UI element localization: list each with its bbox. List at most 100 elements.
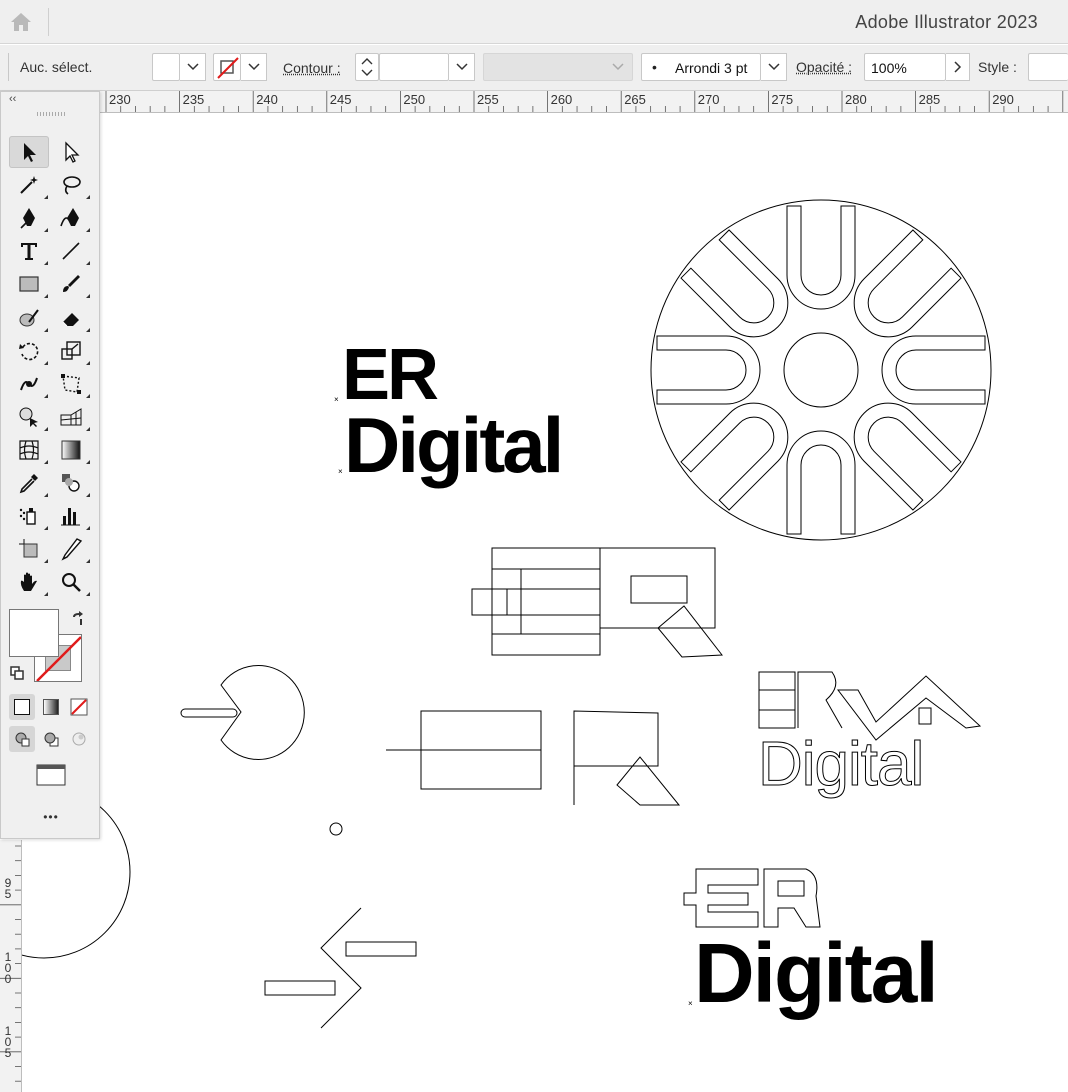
- stroke-swatch[interactable]: [213, 53, 241, 81]
- chevron-down-icon: [767, 63, 780, 71]
- none-icon: [70, 698, 88, 716]
- opacity-label[interactable]: Opacité :: [796, 59, 852, 75]
- selection-tool[interactable]: [9, 136, 49, 168]
- draw-normal-button[interactable]: [9, 726, 35, 752]
- style-swatch[interactable]: [1028, 53, 1068, 81]
- tool-group-indicator: [44, 228, 48, 233]
- shape-builder-tool[interactable]: [9, 401, 49, 433]
- ruler-top[interactable]: 230 235 240 245 250 255 260 265 270 275 280 285 290: [100, 91, 1068, 113]
- bolt-shape[interactable]: [264, 907, 417, 1029]
- lasso-icon: [63, 176, 81, 195]
- hand-tool[interactable]: [9, 566, 49, 598]
- color-mode-button[interactable]: [9, 694, 35, 720]
- fill-dropdown[interactable]: [180, 53, 206, 81]
- tool-group-indicator: [44, 426, 48, 431]
- artwork-layer: ER Digital Digital Digital × × ×: [22, 199, 992, 1029]
- symbol-sprayer-tool[interactable]: [9, 500, 49, 532]
- blend-tool[interactable]: [51, 467, 91, 499]
- mesh-icon: [19, 440, 39, 460]
- fill-swatch-large[interactable]: [9, 609, 59, 657]
- radial-ornament[interactable]: [650, 199, 992, 541]
- title-bar: Adobe Illustrator 2023: [0, 0, 1068, 44]
- magic-wand-icon: [20, 176, 38, 194]
- warp-tool[interactable]: [9, 368, 49, 400]
- mesh-tool[interactable]: [9, 434, 49, 466]
- stroke-weight-dropdown[interactable]: [449, 53, 475, 81]
- default-colors-icon[interactable]: [10, 666, 24, 680]
- swap-fill-stroke-icon[interactable]: [70, 611, 86, 627]
- stroke-dropdown[interactable]: [241, 53, 267, 81]
- eraser-tool[interactable]: [51, 302, 91, 334]
- paintbrush-tool[interactable]: [51, 268, 91, 300]
- draw-behind-button[interactable]: [38, 726, 64, 752]
- lasso-tool[interactable]: [51, 169, 91, 201]
- slice-tool[interactable]: [51, 533, 91, 565]
- artboard-tool[interactable]: [9, 533, 49, 565]
- er-digital-logo-1[interactable]: ER Digital: [342, 335, 564, 489]
- small-circle[interactable]: [329, 822, 343, 836]
- brush-dropdown[interactable]: [761, 53, 787, 81]
- home-icon: [11, 13, 31, 31]
- gradient-icon: [43, 699, 59, 715]
- variable-width-profile[interactable]: [483, 53, 633, 81]
- rectangle-tool[interactable]: [9, 268, 49, 300]
- zoom-tool[interactable]: [51, 566, 91, 598]
- pen-tool[interactable]: [9, 202, 49, 234]
- er-outline-block[interactable]: [471, 547, 723, 658]
- tool-group-indicator: [44, 360, 48, 365]
- eyedropper-tool[interactable]: [9, 467, 49, 499]
- tools-panel: ‹‹ •••: [0, 91, 100, 839]
- er-digital-logo-2[interactable]: Digital: [694, 926, 939, 1020]
- tool-group-indicator: [86, 559, 90, 564]
- opacity-expand[interactable]: [946, 53, 970, 81]
- chevron-down-icon: [186, 63, 199, 71]
- scale-tool[interactable]: [51, 335, 91, 367]
- screen-mode-button[interactable]: [34, 762, 68, 788]
- magic-wand-tool[interactable]: [9, 169, 49, 201]
- collapse-panel-button[interactable]: ‹‹: [9, 93, 16, 105]
- free-transform-icon: [61, 373, 81, 394]
- opacity-input[interactable]: 100%: [864, 53, 946, 81]
- gradient-mode-button[interactable]: [38, 694, 64, 720]
- draw-inside-button[interactable]: [66, 726, 92, 752]
- shaper-tool[interactable]: [9, 302, 49, 334]
- svg-text:×: ×: [688, 999, 693, 1008]
- er-small-outline[interactable]: [683, 868, 821, 928]
- direct-selection-tool[interactable]: [51, 136, 91, 168]
- free-transform-tool[interactable]: [51, 368, 91, 400]
- stroke-label[interactable]: Contour :: [283, 60, 341, 76]
- color-icon: [14, 699, 30, 715]
- gradient-tool[interactable]: [51, 434, 91, 466]
- artboard-canvas[interactable]: ER Digital Digital Digital × × ×: [22, 113, 1068, 1092]
- ruler-top-label: 245: [329, 92, 352, 107]
- fill-swatch[interactable]: [152, 53, 180, 81]
- fill-stroke-widget: [8, 608, 94, 688]
- artboard-icon: [19, 539, 38, 558]
- column-graph-tool[interactable]: [51, 500, 91, 532]
- stroke-weight-stepper[interactable]: [355, 53, 379, 81]
- tool-group-indicator: [44, 459, 48, 464]
- tool-group-indicator: [86, 493, 90, 497]
- blend-icon: [62, 474, 80, 492]
- drawing-mode-row: [9, 726, 93, 752]
- brush-definition[interactable]: • Arrondi 3 pt: [641, 53, 761, 81]
- tool-group-indicator: [86, 294, 90, 299]
- er-digital-outline-logo[interactable]: Digital: [758, 730, 925, 800]
- rotate-icon: [19, 342, 39, 360]
- er-line-shapes[interactable]: [386, 710, 681, 806]
- type-tool[interactable]: [9, 235, 49, 267]
- home-button[interactable]: [6, 8, 36, 36]
- panel-grip[interactable]: [37, 112, 65, 116]
- ruler-left[interactable]: 95 100 105: [0, 840, 22, 1092]
- tool-group-indicator: [86, 526, 90, 531]
- curvature-tool[interactable]: [51, 202, 91, 234]
- none-mode-button[interactable]: [66, 694, 92, 720]
- line-segment-tool[interactable]: [51, 235, 91, 267]
- edit-toolbar-button[interactable]: •••: [31, 810, 71, 830]
- rotate-tool[interactable]: [9, 335, 49, 367]
- ornament-petal: [786, 205, 856, 310]
- pacman-shape[interactable]: [180, 665, 305, 760]
- none-swatch-icon: [217, 57, 239, 79]
- stroke-weight-input[interactable]: [379, 53, 449, 81]
- perspective-grid-tool[interactable]: [51, 401, 91, 433]
